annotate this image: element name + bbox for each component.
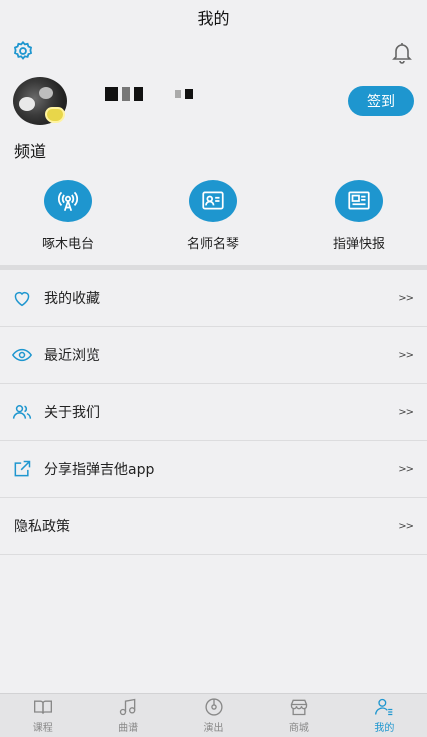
tab-store[interactable]: 商城 (256, 694, 341, 737)
tab-label: 课程 (32, 723, 53, 734)
chevron-double-right-icon: >> (398, 349, 414, 361)
channel-teachers[interactable]: 名师名琴 (163, 180, 263, 252)
share-icon (12, 459, 32, 479)
tab-label: 我的 (374, 723, 395, 734)
page-title: 我的 (197, 9, 230, 28)
tab-label: 演出 (203, 723, 224, 734)
disc-icon (203, 697, 225, 717)
channel-row: 啄木电台 名师名琴 指弹快报 (0, 180, 427, 252)
heart-icon (12, 288, 32, 308)
chevron-double-right-icon: >> (398, 406, 414, 418)
book-icon (32, 697, 54, 717)
vip-badge-icon (45, 107, 65, 123)
channel-label: 啄木电台 (41, 237, 94, 252)
tab-label: 曲谱 (118, 723, 139, 734)
channel-news[interactable]: 指弹快报 (309, 180, 409, 252)
menu-item-label: 关于我们 (44, 405, 100, 421)
menu-item-privacy[interactable]: 隐私政策 >> (0, 498, 427, 555)
teacher-card-icon (189, 180, 237, 222)
tab-performances[interactable]: 演出 (171, 694, 256, 737)
settings-gear-icon[interactable] (10, 38, 36, 64)
store-icon (288, 697, 310, 717)
chevron-double-right-icon: >> (398, 292, 414, 304)
menu-item-share[interactable]: 分享指弹吉他app >> (0, 441, 427, 498)
tab-scores[interactable]: 曲谱 (85, 694, 170, 737)
menu-item-history[interactable]: 最近浏览 >> (0, 327, 427, 384)
radio-tower-icon (44, 180, 92, 222)
notification-bell-icon[interactable] (388, 38, 416, 66)
chevron-double-right-icon: >> (398, 520, 414, 532)
username-obscured (105, 86, 193, 102)
bottom-tab-bar: 课程 曲谱 演出 商城 我的 (0, 693, 427, 737)
channel-label: 名师名琴 (186, 237, 239, 252)
menu-item-label: 分享指弹吉他app (44, 462, 155, 478)
eye-icon (12, 345, 32, 365)
channel-label: 指弹快报 (332, 237, 385, 252)
chevron-double-right-icon: >> (398, 463, 414, 475)
profile-card: 签到 (13, 77, 414, 127)
menu-item-label: 隐私政策 (14, 519, 70, 535)
newspaper-icon (335, 180, 383, 222)
menu-item-about[interactable]: 关于我们 >> (0, 384, 427, 441)
channels-heading: 频道 (14, 142, 47, 161)
profile-icon (373, 697, 395, 717)
checkin-button[interactable]: 签到 (348, 86, 414, 116)
tab-profile[interactable]: 我的 (342, 694, 427, 737)
menu-item-label: 最近浏览 (44, 348, 100, 364)
menu-item-label: 我的收藏 (44, 291, 100, 307)
top-bar: 我的 (0, 0, 427, 34)
users-icon (12, 402, 32, 422)
menu-item-favorites[interactable]: 我的收藏 >> (0, 270, 427, 327)
tab-label: 商城 (288, 723, 309, 734)
settings-menu: 我的收藏 >> 最近浏览 >> 关于我们 >> 分享指弹吉他app >> 隐私政… (0, 270, 427, 555)
music-note-icon (117, 697, 139, 717)
channel-radio[interactable]: 啄木电台 (18, 180, 118, 252)
tab-courses[interactable]: 课程 (0, 694, 85, 737)
